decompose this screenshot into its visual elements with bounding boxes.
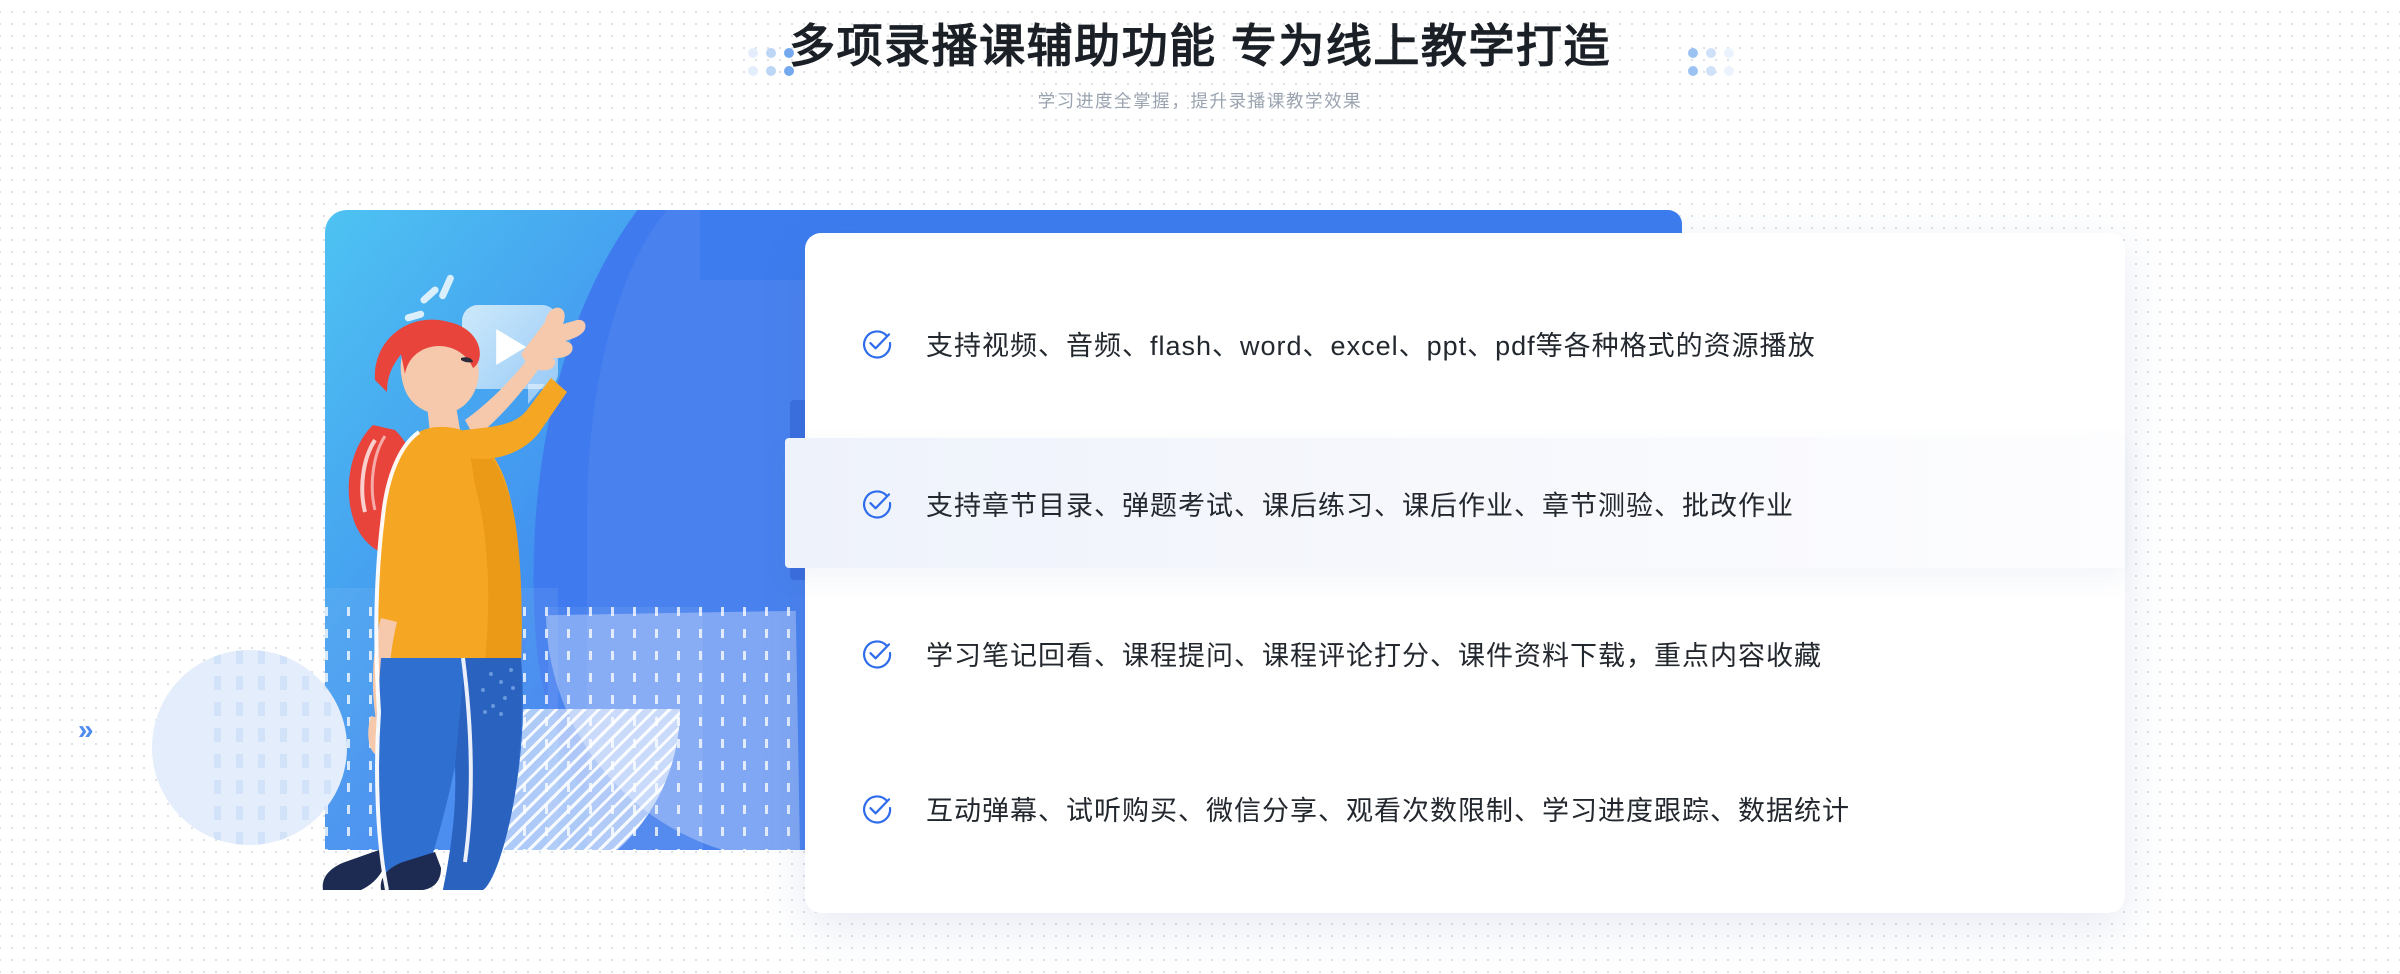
feature-row[interactable]: 学习笔记回看、课程提问、课程评论打分、课件资料下载，重点内容收藏 xyxy=(805,588,2125,718)
feature-row[interactable]: 互动弹幕、试听购买、微信分享、观看次数限制、学习进度跟踪、数据统计 xyxy=(805,743,2125,873)
feature-list: 支持视频、音频、flash、word、excel、ppt、pdf等各种格式的资源… xyxy=(785,233,2125,913)
right-dot-cluster-decoration xyxy=(1688,48,1734,76)
header: 多项录播课辅助功能 专为线上教学打造 学习进度全掌握，提升录播课教学效果 xyxy=(0,18,2400,113)
feature-text: 支持章节目录、弹题考试、课后练习、课后作业、章节测验、批改作业 xyxy=(926,490,1794,521)
check-circle-icon xyxy=(863,640,892,669)
content-stage: » « xyxy=(0,0,2400,974)
check-circle-icon xyxy=(863,490,892,519)
feature-text: 学习笔记回看、课程提问、课程评论打分、课件资料下载，重点内容收藏 xyxy=(926,640,1822,671)
feature-row[interactable]: 支持视频、音频、flash、word、excel、ppt、pdf等各种格式的资源… xyxy=(805,278,2125,408)
page-title: 多项录播课辅助功能 专为线上教学打造 xyxy=(789,20,1611,72)
check-circle-icon xyxy=(863,795,892,824)
page-subtitle: 学习进度全掌握，提升录播课教学效果 xyxy=(1037,90,1363,111)
feature-row[interactable]: 支持章节目录、弹题考试、课后练习、课后作业、章节测验、批改作业 xyxy=(785,438,2125,568)
left-dot-cluster-decoration xyxy=(748,48,794,76)
feature-text: 互动弹幕、试听购买、微信分享、观看次数限制、学习进度跟踪、数据统计 xyxy=(926,795,1850,826)
check-circle-icon xyxy=(863,330,892,359)
feature-card: 支持视频、音频、flash、word、excel、ppt、pdf等各种格式的资源… xyxy=(785,233,2125,913)
title-row: 多项录播课辅助功能 专为线上教学打造 xyxy=(789,18,1611,76)
woman-illustration xyxy=(322,307,586,890)
feature-text: 支持视频、音频、flash、word、excel、ppt、pdf等各种格式的资源… xyxy=(926,330,1816,361)
chevron-right-decoration: » xyxy=(78,714,94,745)
